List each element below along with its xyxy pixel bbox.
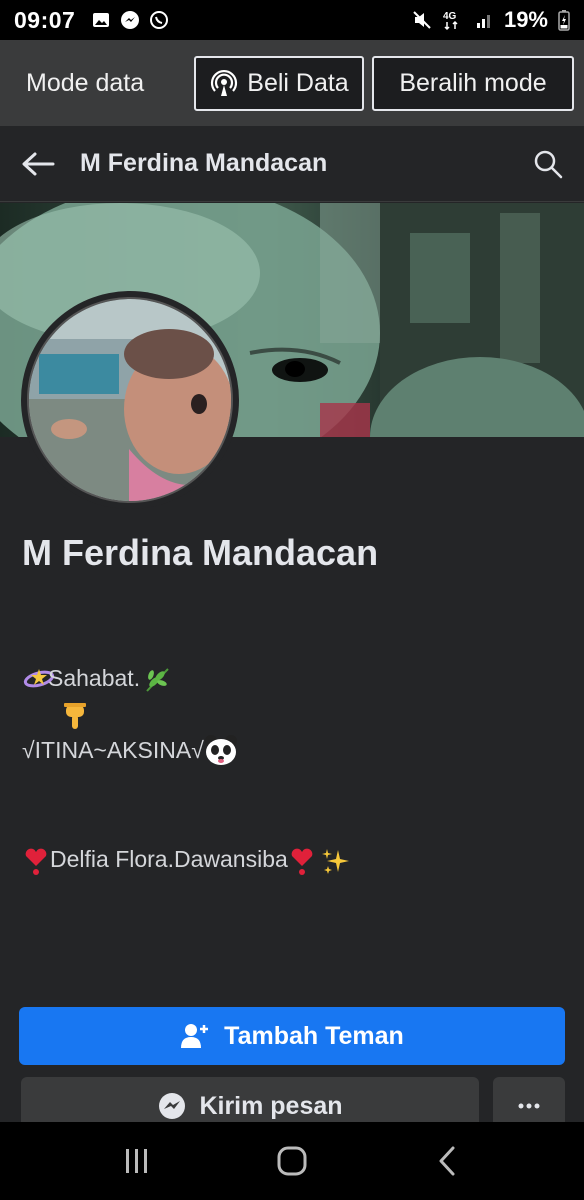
bio-spacer [22,768,354,804]
broadcast-icon [209,69,239,99]
search-button[interactable] [530,146,566,182]
switch-mode-button[interactable]: Beralih mode [372,56,574,111]
status-time: 09:07 [14,6,76,33]
profile-header: M Ferdina Mandacan [0,126,584,202]
header-title: M Ferdina Mandacan [80,149,328,177]
svg-text:4G: 4G [443,11,457,22]
status-bar: 09:07 4G 19% [0,0,584,40]
profile-photo [27,297,233,503]
recent-apps-button[interactable] [107,1131,167,1191]
bio-line: √ITINA~AKSINA√ [22,732,354,768]
chevron-left-icon [439,1146,455,1176]
switch-mode-label: Beralih mode [399,69,547,97]
bio-sahabat-text: Sahabat. [48,665,141,691]
dizzy-planet-icon [22,665,55,691]
avatar[interactable] [21,291,239,509]
herb-icon [142,665,169,692]
back-button[interactable] [18,144,58,184]
image-icon [91,10,111,30]
more-dots-icon [518,1103,540,1109]
home-button[interactable] [262,1131,322,1191]
data-mode-bar: Mode data Beli Data Beralih mode [0,40,584,126]
network-4g-icon: 4G [442,10,464,31]
battery-charging-icon [558,10,570,31]
search-icon [534,150,563,178]
system-nav-bar [0,1122,584,1200]
bio-line [22,696,354,732]
bio-delfia-text: Delfia Flora.Dawansiba [50,846,288,872]
home-icon [277,1146,307,1176]
panda-icon [204,734,238,766]
add-person-icon [181,1024,209,1048]
data-mode-label: Mode data [26,68,145,97]
profile-bio: Sahabat. √ITINA~AKSINA√ Delfia Flora.Daw… [22,660,354,877]
pointing-down-icon [60,701,86,729]
profile-name: M Ferdina Mandacan [22,532,379,573]
messenger-icon [120,10,140,30]
bio-itina-text: √ITINA~AKSINA√ [22,737,204,763]
bio-line: Delfia Flora.Dawansiba [22,841,354,877]
notification-icons [91,10,169,30]
heart-exclamation-icon [22,846,50,875]
bio-line: Sahabat. [22,660,354,696]
buy-data-button[interactable]: Beli Data [194,56,364,111]
recent-apps-icon [126,1149,148,1173]
signal-icon [474,10,494,30]
whatsapp-icon [149,10,169,30]
bio-spacer [22,804,354,840]
mute-icon [412,10,432,30]
back-nav-button[interactable] [417,1131,477,1191]
messenger-icon [159,1093,186,1119]
sparkles-icon [320,846,354,874]
arrow-left-icon [22,152,55,175]
buy-data-label: Beli Data [247,69,349,97]
send-message-label: Kirim pesan [199,1091,343,1120]
add-friend-button[interactable]: Tambah Teman [19,1007,565,1065]
add-friend-label: Tambah Teman [224,1021,404,1050]
battery-percent: 19% [503,7,548,32]
heart-exclamation-icon [288,846,316,875]
